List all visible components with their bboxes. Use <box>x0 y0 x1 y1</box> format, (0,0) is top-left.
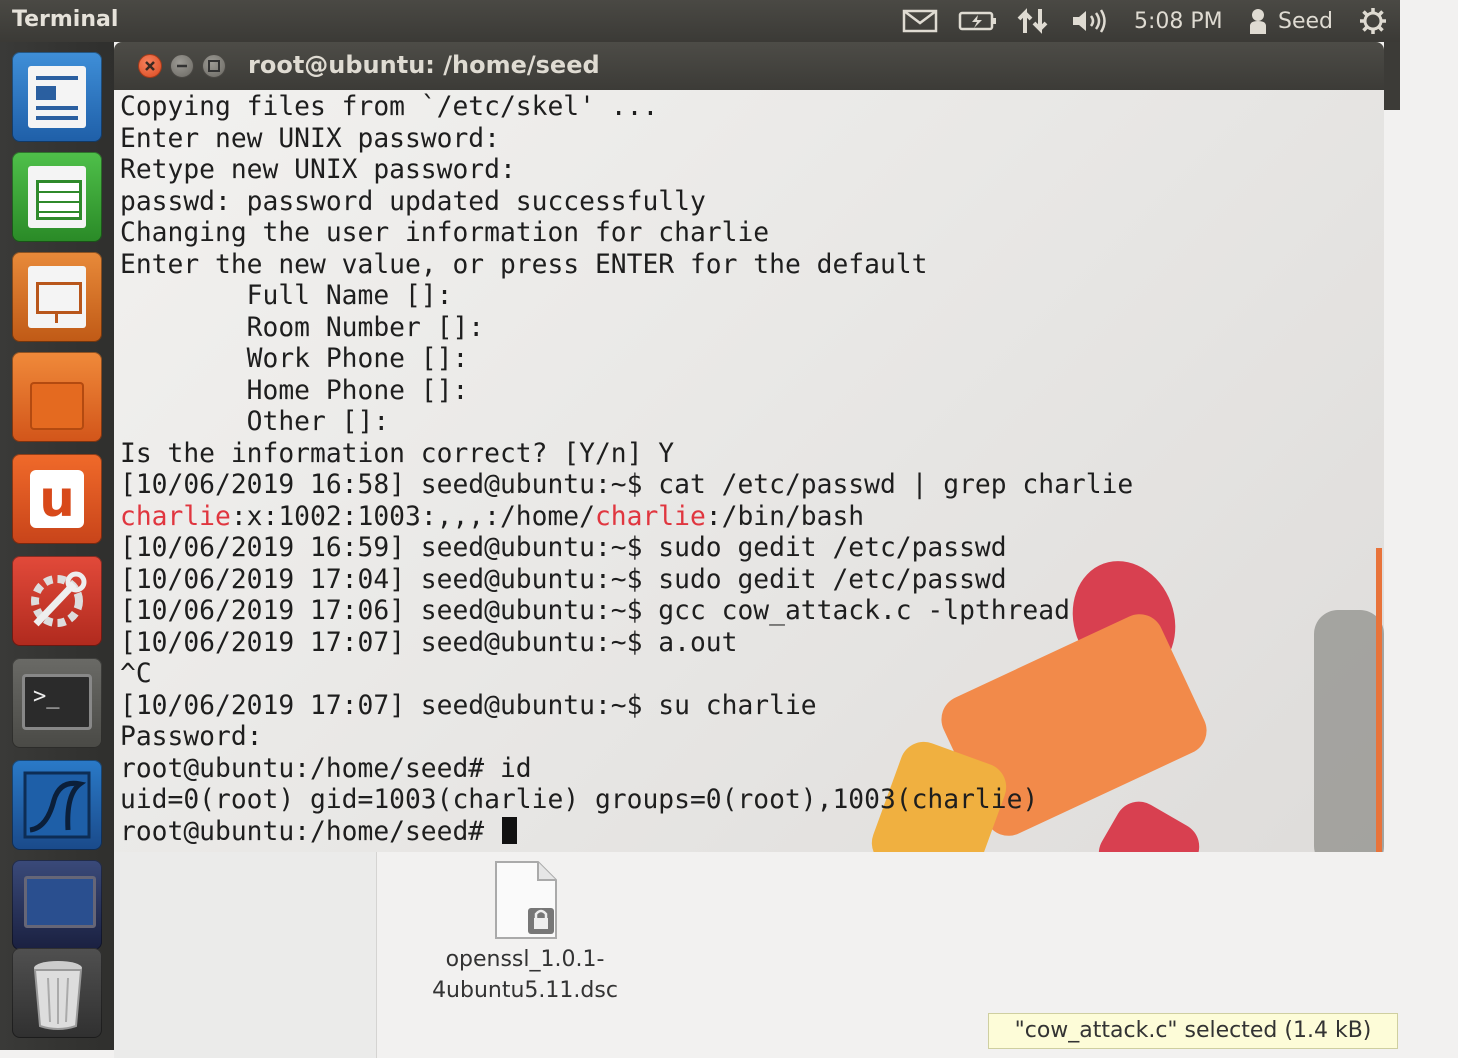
output-line: Room Number []: <box>120 312 485 343</box>
output-line: [10/06/2019 17:06] seed@ubuntu:~$ gcc co… <box>120 596 1070 626</box>
grep-text: :x:1002:1003:,,,:/home/ <box>230 501 595 532</box>
output-line: [10/06/2019 17:04] seed@ubuntu:~$ sudo g… <box>120 564 1007 595</box>
output-line: root@ubuntu:/home/seed# id <box>120 753 532 784</box>
u-icon: u <box>30 470 84 528</box>
terminal-body[interactable]: Copying files from `/etc/skel' ... Enter… <box>114 90 1384 852</box>
background-window-edge <box>1384 42 1400 110</box>
output-line: Changing the user information for charli… <box>120 218 770 248</box>
locked-file-icon <box>495 861 557 939</box>
launcher: u >_ <box>0 42 114 1050</box>
scrollbar-indicator[interactable] <box>1376 548 1382 852</box>
trash-launcher[interactable] <box>12 948 102 1038</box>
clock[interactable]: 5:08 PM <box>1134 6 1223 36</box>
user-icon[interactable] <box>1246 6 1270 36</box>
window-title-bar[interactable]: root@ubuntu: /home/seed <box>114 42 1384 90</box>
terminal-window[interactable]: root@ubuntu: /home/seed Copying files fr… <box>114 42 1384 852</box>
side-pane <box>114 852 377 1058</box>
grep-text: :/bin/bash <box>705 501 865 532</box>
screenshot-launcher[interactable] <box>12 860 102 950</box>
wireshark-launcher[interactable] <box>12 760 102 850</box>
wallpaper-shape-grey <box>1314 610 1384 852</box>
mail-icon[interactable] <box>902 6 938 36</box>
close-icon[interactable] <box>138 54 162 78</box>
shell-prompt: root@ubuntu:/home/seed# <box>120 816 500 847</box>
minimize-icon[interactable] <box>170 54 194 78</box>
output-line: uid=0(root) gid=1003(charlie) groups=0(r… <box>120 785 1039 815</box>
output-line: Is the information correct? [Y/n] Y <box>120 438 675 469</box>
terminal-output: Copying files from `/etc/skel' ... Enter… <box>120 92 1133 848</box>
battery-icon[interactable] <box>958 6 998 36</box>
output-line: passwd: password updated successfully <box>120 186 706 217</box>
grep-match: charlie <box>120 501 231 532</box>
shark-fin-icon <box>23 771 91 839</box>
terminal-icon: >_ <box>22 674 92 730</box>
output-line: Enter the new value, or press ENTER for … <box>120 249 928 280</box>
output-line: [10/06/2019 16:59] seed@ubuntu:~$ sudo g… <box>120 533 1007 563</box>
network-icon[interactable] <box>1016 6 1050 36</box>
software-center-launcher[interactable] <box>12 352 102 442</box>
document-icon <box>28 66 86 128</box>
libreoffice-impress-launcher[interactable] <box>12 252 102 342</box>
camera-icon <box>24 876 96 928</box>
file-label-line-2: 4ubuntu5.11.dsc <box>432 978 618 1003</box>
file-label-line-1: openssl_1.0.1- <box>445 947 605 972</box>
maximize-icon[interactable] <box>202 54 226 78</box>
selection-status: "cow_attack.c" selected (1.4 kB) <box>988 1013 1398 1049</box>
app-title: Terminal <box>12 7 119 32</box>
output-line: Other []: <box>120 407 390 437</box>
top-panel: Terminal 5:08 PM Seed <box>0 0 1400 42</box>
file-label: openssl_1.0.1- 4ubuntu5.11.dsc <box>420 944 630 1006</box>
output-line: [10/06/2019 17:07] seed@ubuntu:~$ a.out <box>120 627 738 658</box>
output-line: Password: <box>120 722 263 752</box>
system-settings-launcher[interactable] <box>12 556 102 646</box>
user-name[interactable]: Seed <box>1278 6 1333 36</box>
ubuntu-one-launcher[interactable]: u <box>12 454 102 544</box>
output-line: Full Name []: <box>120 281 453 311</box>
output-line: Home Phone []: <box>120 375 469 406</box>
text-cursor[interactable] <box>501 816 517 844</box>
volume-icon[interactable] <box>1070 6 1108 36</box>
trash-icon <box>33 961 83 1030</box>
output-line: [10/06/2019 16:58] seed@ubuntu:~$ cat /e… <box>120 470 1134 500</box>
output-line: ^C <box>120 659 152 689</box>
output-line: Retype new UNIX password: <box>120 155 516 185</box>
window-title: root@ubuntu: /home/seed <box>248 51 600 79</box>
presentation-icon <box>28 266 86 328</box>
output-line: Enter new UNIX password: <box>120 123 500 154</box>
wrench-icon <box>31 571 87 627</box>
output-line: Work Phone []: <box>120 344 469 374</box>
output-line: Copying files from `/etc/skel' ... <box>120 92 659 122</box>
file-item[interactable]: openssl_1.0.1- 4ubuntu5.11.dsc <box>420 860 630 1006</box>
grep-match: charlie <box>594 501 706 532</box>
spreadsheet-icon <box>28 166 86 228</box>
output-line: [10/06/2019 17:07] seed@ubuntu:~$ su cha… <box>120 690 817 721</box>
shopping-bag-icon <box>30 382 84 430</box>
gear-icon[interactable] <box>1358 6 1388 36</box>
terminal-launcher[interactable]: >_ <box>12 658 102 748</box>
libreoffice-writer-launcher[interactable] <box>12 52 102 142</box>
libreoffice-calc-launcher[interactable] <box>12 152 102 242</box>
